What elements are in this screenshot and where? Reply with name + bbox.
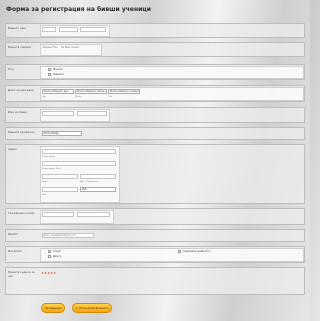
interest-other-label: Други: [53, 255, 62, 258]
gender-female-label: Женски: [53, 73, 64, 76]
birth-year-select[interactable]: Моля изберете година: [108, 89, 140, 94]
rating-stars[interactable]: ★★★★★: [41, 271, 56, 275]
class-label: Вашата професия: [8, 130, 35, 134]
gender-panel: [40, 66, 304, 79]
name-row: Вашето име: [5, 23, 305, 38]
birth-month-caption: Месец: [75, 96, 82, 98]
city-caption: Град: [42, 181, 48, 183]
country-select[interactable]: Изб.: [80, 187, 116, 192]
print-form-button[interactable]: ⎙ Отпечатай формата: [72, 303, 112, 313]
phone-row: Телефонен номер: [5, 208, 305, 225]
form-title: Форма за регистрация на бивши ученици: [6, 6, 151, 13]
phone-number-input[interactable]: [77, 212, 110, 217]
birth-day-caption: Ден: [42, 96, 47, 98]
email-label: Имейл: [8, 232, 18, 236]
phone-label: Телефонен номер: [8, 211, 35, 215]
interests-panel: [40, 248, 304, 262]
interest-social-label: Социални дейности: [183, 250, 211, 253]
father-first-name-input[interactable]: [42, 111, 74, 116]
birth-year-caption: Год: [108, 96, 112, 98]
email-row: Имейл напр. email@example.com: [5, 229, 305, 242]
birth-day-select[interactable]: Моля изберете ден: [42, 89, 74, 94]
interests-row: Интереси Спорт Други Социални дейности: [5, 246, 305, 263]
street-address-2-input[interactable]: [42, 161, 116, 166]
state-input[interactable]: [80, 174, 116, 179]
email-value: напр. email@example.com: [43, 234, 76, 237]
photo-status: No files chosen: [61, 46, 80, 49]
first-name-input[interactable]: [42, 27, 56, 32]
birthdate-label: Дата на раждане: [8, 88, 34, 92]
class-row: Вашата професия Моля Избер: [5, 127, 305, 140]
submit-button[interactable]: Изпращане: [41, 303, 65, 313]
browse-files-button[interactable]: Browse Files: [43, 46, 58, 49]
address-row: Адрес Улица адрес Улица адрес Ред 2 Град…: [5, 144, 305, 204]
gender-male-label: Мъжки: [53, 68, 63, 71]
last-name-input[interactable]: [80, 27, 106, 32]
gender-label: Пол: [8, 67, 14, 71]
birth-month-select[interactable]: Моля изберете месец: [75, 89, 107, 94]
photo-row: Вашата снимка Browse Files No files chos…: [5, 42, 305, 57]
state-caption: Щат / Провинция: [80, 181, 99, 183]
father-last-name-input[interactable]: [77, 111, 107, 116]
interest-other-checkbox[interactable]: [48, 255, 51, 258]
gender-female-radio[interactable]: [48, 73, 51, 76]
interest-social-checkbox[interactable]: [178, 250, 181, 253]
street-address-input[interactable]: [42, 149, 116, 154]
postal-code-caption: Код: [42, 194, 47, 196]
gender-row: Пол Мъжки Женски: [5, 64, 305, 80]
interests-label: Интереси: [8, 249, 23, 253]
name-label: Вашето име: [8, 26, 26, 30]
postal-code-input[interactable]: [42, 187, 78, 192]
rating-label: Вашата оценка за нас: [8, 270, 35, 278]
city-input[interactable]: [42, 174, 78, 179]
printer-icon: ⎙: [75, 306, 78, 310]
father-name-row: Име на баща: [5, 107, 305, 123]
street-address-2-caption: Улица адрес Ред 2: [42, 168, 62, 170]
middle-name-input[interactable]: [59, 27, 78, 32]
print-form-label: Отпечатай формата: [78, 306, 109, 310]
interest-sport-checkbox[interactable]: [48, 250, 51, 253]
gender-male-radio[interactable]: [48, 68, 51, 71]
interest-sport-label: Спорт: [53, 250, 62, 253]
birthdate-row: Дата на раждане Моля изберете ден Моля и…: [5, 85, 305, 102]
father-name-label: Име на баща: [8, 110, 28, 114]
photo-label: Вашата снимка: [8, 45, 31, 49]
street-address-caption: Улица адрес: [42, 156, 56, 158]
class-select[interactable]: Моля Избер: [42, 131, 82, 136]
phone-area-input[interactable]: [42, 212, 74, 217]
address-label: Адрес: [8, 147, 17, 151]
